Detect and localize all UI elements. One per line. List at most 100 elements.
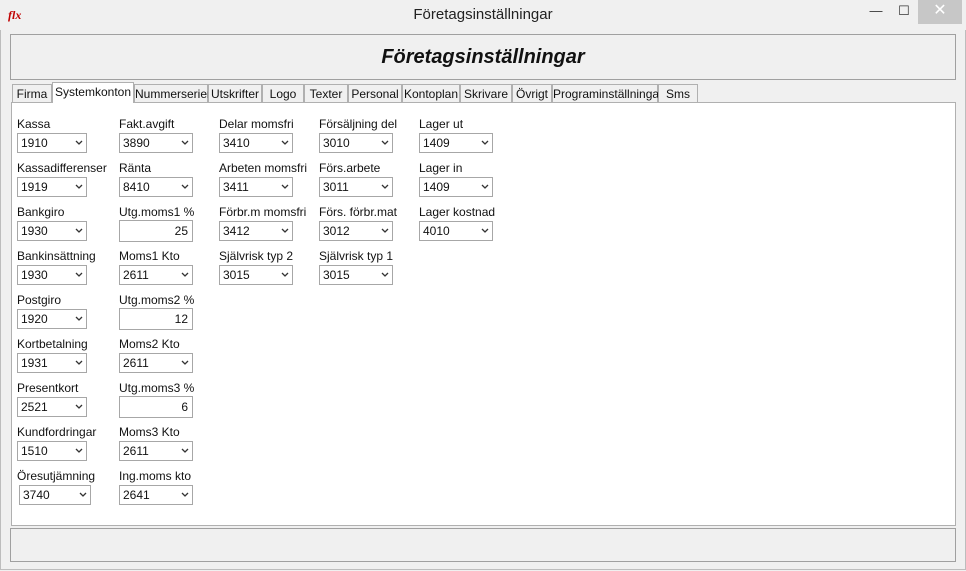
fakt-avgift-value: 3890 — [123, 136, 150, 150]
sjalvrisk-typ2-value: 3015 — [223, 268, 250, 282]
postgiro-value: 1920 — [21, 312, 48, 326]
lager-kostnad-label: Lager kostnad — [419, 205, 496, 219]
bankgiro-label: Bankgiro — [17, 205, 65, 219]
tab-nummerserier[interactable]: Nummerserier — [134, 84, 211, 102]
chevron-down-icon — [481, 184, 489, 189]
fakt-avgift-label: Fakt.avgift — [119, 117, 175, 131]
forsaljning-del-select[interactable]: 3010 — [319, 133, 393, 153]
delar-momsfri-value: 3410 — [223, 136, 250, 150]
oresutjamning-value: 3740 — [23, 488, 50, 502]
tab-systemkonton[interactable]: Systemkonton — [52, 82, 134, 103]
chevron-down-icon — [181, 140, 189, 145]
utg-moms3-input[interactable]: 6 — [119, 396, 193, 418]
chevron-down-icon — [75, 272, 83, 277]
chevron-down-icon — [381, 184, 389, 189]
moms3-kto-select[interactable]: 2611 — [119, 441, 193, 461]
sjalvrisk-typ1-label: Självrisk typ 1 — [319, 249, 394, 263]
lager-kostnad-select[interactable]: 4010 — [419, 221, 493, 241]
tab-programinstallningar[interactable]: Programinställningar — [552, 84, 663, 102]
lager-ut-select[interactable]: 1409 — [419, 133, 493, 153]
delar-momsfri-select[interactable]: 3410 — [219, 133, 293, 153]
lager-ut-label: Lager ut — [419, 117, 464, 131]
tab-utskrifter[interactable]: Utskrifter — [208, 84, 262, 102]
chevron-down-icon — [75, 316, 83, 321]
title-bar: flx Företagsinställningar — ☐ ✕ — [0, 0, 966, 30]
fakt-avgift-select[interactable]: 3890 — [119, 133, 193, 153]
fors-arbete-label: Förs.arbete — [319, 161, 381, 175]
bankgiro-value: 1930 — [21, 224, 48, 238]
chevron-down-icon — [181, 448, 189, 453]
kassa-value: 1910 — [21, 136, 48, 150]
postgiro-label: Postgiro — [17, 293, 62, 307]
kortbetalning-select[interactable]: 1931 — [17, 353, 87, 373]
kassadifferenser-value: 1919 — [21, 180, 48, 194]
lager-in-value: 1409 — [423, 180, 450, 194]
ranta-select[interactable]: 8410 — [119, 177, 193, 197]
utg-moms2-label: Utg.moms2 % — [119, 293, 195, 307]
moms1-kto-select[interactable]: 2611 — [119, 265, 193, 285]
bankgiro-select[interactable]: 1930 — [17, 221, 87, 241]
bankinsattning-select[interactable]: 1930 — [17, 265, 87, 285]
forsaljning-del-label: Försäljning del — [319, 117, 398, 131]
oresutjamning-select[interactable]: 3740 — [19, 485, 91, 505]
utg-moms2-input[interactable]: 12 — [119, 308, 193, 330]
kassa-label: Kassa — [17, 117, 51, 131]
tab-skrivare[interactable]: Skrivare — [460, 84, 512, 102]
kundfordringar-select[interactable]: 1510 — [17, 441, 87, 461]
chevron-down-icon — [381, 228, 389, 233]
kortbetalning-value: 1931 — [21, 356, 48, 370]
arbeten-momsfri-select[interactable]: 3411 — [219, 177, 293, 197]
sjalvrisk-typ1-select[interactable]: 3015 — [319, 265, 393, 285]
chevron-down-icon — [381, 272, 389, 277]
tab-personal[interactable]: Personal — [348, 84, 402, 102]
tab-firma[interactable]: Firma — [12, 84, 52, 102]
kassa-select[interactable]: 1910 — [17, 133, 87, 153]
tab-ovrigt[interactable]: Övrigt — [512, 84, 552, 102]
chevron-down-icon — [281, 140, 289, 145]
tab-sms[interactable]: Sms — [658, 84, 698, 102]
presentkort-label: Presentkort — [17, 381, 79, 395]
chevron-down-icon — [281, 184, 289, 189]
ing-moms-kto-label: Ing.moms kto — [119, 469, 192, 483]
moms1-kto-value: 2611 — [123, 268, 149, 282]
arbeten-momsfri-label: Arbeten momsfri — [219, 161, 308, 175]
window-title: Företagsinställningar — [413, 6, 553, 23]
fors-forbr-mat-select[interactable]: 3012 — [319, 221, 393, 241]
fors-forbr-mat-value: 3012 — [323, 224, 350, 238]
sjalvrisk-typ2-select[interactable]: 3015 — [219, 265, 293, 285]
ing-moms-kto-select[interactable]: 2641 — [119, 485, 193, 505]
arbeten-momsfri-value: 3411 — [223, 180, 249, 194]
utg-moms3-label: Utg.moms3 % — [119, 381, 195, 395]
tab-kontoplan[interactable]: Kontoplan — [402, 84, 460, 102]
chevron-down-icon — [181, 492, 189, 497]
bankinsattning-label: Bankinsättning — [17, 249, 96, 263]
fors-arbete-select[interactable]: 3011 — [319, 177, 393, 197]
minimize-button[interactable]: — — [862, 0, 890, 24]
chevron-down-icon — [481, 140, 489, 145]
postgiro-select[interactable]: 1920 — [17, 309, 87, 329]
forbr-m-momsfri-select[interactable]: 3412 — [219, 221, 293, 241]
tab-logo[interactable]: Logo — [262, 84, 304, 102]
utg-moms1-label: Utg.moms1 % — [119, 205, 195, 219]
chevron-down-icon — [75, 184, 83, 189]
chevron-down-icon — [281, 228, 289, 233]
header-panel: Företagsinställningar — [10, 34, 956, 80]
chevron-down-icon — [79, 492, 87, 497]
lager-kostnad-value: 4010 — [423, 224, 450, 238]
close-button[interactable]: ✕ — [918, 0, 962, 24]
chevron-down-icon — [75, 228, 83, 233]
presentkort-value: 2521 — [21, 400, 48, 414]
kortbetalning-label: Kortbetalning — [17, 337, 88, 351]
maximize-button[interactable]: ☐ — [890, 0, 918, 24]
tab-texter[interactable]: Texter — [304, 84, 348, 102]
chevron-down-icon — [75, 140, 83, 145]
presentkort-select[interactable]: 2521 — [17, 397, 87, 417]
kassadifferenser-select[interactable]: 1919 — [17, 177, 87, 197]
fors-forbr-mat-label: Förs. förbr.mat — [319, 205, 398, 219]
status-panel — [10, 528, 956, 562]
lager-in-select[interactable]: 1409 — [419, 177, 493, 197]
sjalvrisk-typ2-label: Självrisk typ 2 — [219, 249, 294, 263]
moms2-kto-select[interactable]: 2611 — [119, 353, 193, 373]
chevron-down-icon — [75, 448, 83, 453]
utg-moms1-input[interactable]: 25 — [119, 220, 193, 242]
